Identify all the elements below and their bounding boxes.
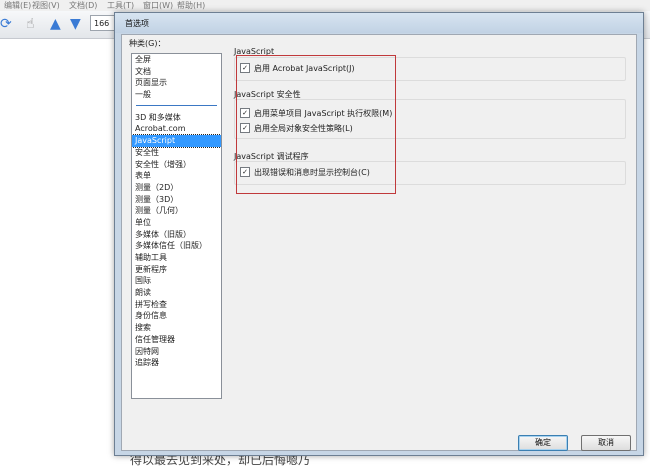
rotate-icon[interactable]: ⟳	[0, 16, 12, 32]
dialog-title: 首选项	[125, 19, 149, 28]
category-item[interactable]: 因特网	[132, 346, 221, 358]
hand-icon[interactable]: ☝	[26, 16, 35, 32]
category-item-page-display[interactable]: 页面显示	[132, 77, 221, 89]
menu-help[interactable]: 帮助(H)	[177, 0, 205, 11]
category-item-fullscreen[interactable]: 全屏	[132, 54, 221, 66]
category-item[interactable]: 测量（2D）	[132, 182, 221, 194]
category-item[interactable]: 表单	[132, 170, 221, 182]
category-label: 种类(G)：	[129, 39, 166, 48]
menu-edit[interactable]: 编辑(E)	[4, 0, 31, 11]
category-item[interactable]: 单位	[132, 217, 221, 229]
menu-window[interactable]: 窗口(W)	[143, 0, 173, 11]
dialog-titlebar[interactable]: 首选项	[115, 13, 643, 33]
menu-tools[interactable]: 工具(T)	[107, 0, 134, 11]
category-item[interactable]: 拼写检查	[132, 299, 221, 311]
category-item[interactable]: 追踪器	[132, 357, 221, 369]
highlight-annotation-box	[236, 55, 396, 194]
category-item[interactable]: 身份信息	[132, 310, 221, 322]
category-item[interactable]: 安全性（增强）	[132, 159, 221, 171]
category-item[interactable]: 国际	[132, 275, 221, 287]
next-page-icon[interactable]: ▼	[70, 16, 81, 32]
category-item[interactable]: 辅助工具	[132, 252, 221, 264]
category-item[interactable]: 测量（几何）	[132, 205, 221, 217]
category-list[interactable]: 全屏 文档 页面显示 一般 3D 和多媒体 Acrobat.com JavaSc…	[131, 53, 222, 399]
ok-button[interactable]: 确定	[518, 435, 568, 451]
category-item-documents[interactable]: 文档	[132, 66, 221, 78]
cancel-button[interactable]: 取消	[581, 435, 631, 451]
previous-page-icon[interactable]: ▲	[50, 16, 61, 32]
category-item-general[interactable]: 一般	[132, 89, 221, 101]
category-item[interactable]: 多媒体（旧版）	[132, 229, 221, 241]
menu-document[interactable]: 文档(D)	[69, 0, 97, 11]
category-item[interactable]: 测量（3D）	[132, 194, 221, 206]
category-item-javascript-selected[interactable]: JavaScript	[132, 134, 221, 148]
category-item[interactable]: 安全性	[132, 147, 221, 159]
category-item[interactable]: Acrobat.com	[132, 123, 221, 135]
category-item[interactable]: 信任管理器	[132, 334, 221, 346]
category-item[interactable]: 朗读	[132, 287, 221, 299]
category-item[interactable]: 搜索	[132, 322, 221, 334]
category-item[interactable]: 3D 和多媒体	[132, 112, 221, 124]
category-item[interactable]: 更新程序	[132, 264, 221, 276]
category-separator	[136, 104, 217, 106]
menu-view[interactable]: 视图(V)	[32, 0, 60, 11]
category-item[interactable]: 多媒体信任（旧版）	[132, 240, 221, 252]
